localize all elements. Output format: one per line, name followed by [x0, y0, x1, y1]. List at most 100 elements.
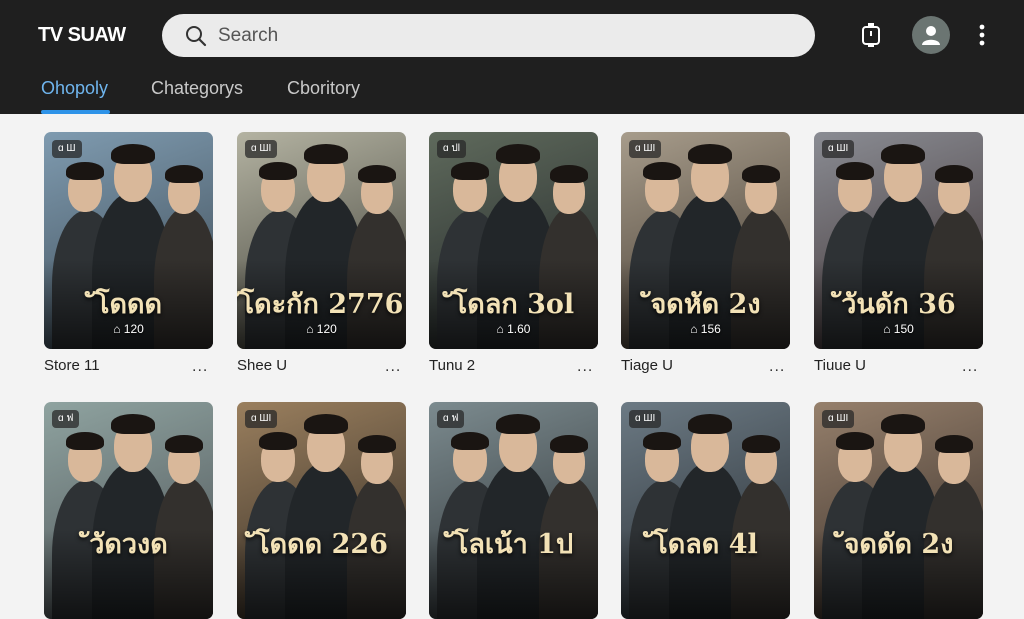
poster-title: ัจดดัด 2ง [843, 529, 954, 560]
search-icon [186, 25, 207, 46]
poster-hair-left [451, 432, 489, 450]
show-poster[interactable]: ɑ ฟ ัวัดวงด [44, 402, 213, 619]
poster-hair-left [259, 432, 297, 450]
show-card[interactable]: ɑ ฟ ัโลเน้า 1ป [429, 402, 598, 619]
card-more-options[interactable]: ... [577, 358, 593, 376]
poster-badge: ɑ ฟ [52, 410, 80, 428]
app-logo[interactable]: TV SUAW [38, 24, 126, 47]
poster-title: ัโดดด 226 [255, 529, 388, 560]
card-more-options[interactable]: ... [192, 358, 208, 376]
poster-title: ัโดดด [94, 289, 163, 320]
more-vert-icon [979, 24, 985, 46]
card-more-options[interactable]: ... [962, 358, 978, 376]
show-card[interactable]: ɑ ШI ัโดะกัก 2776 ⌂ 120 Shee U ... [237, 132, 406, 375]
poster-title: ัวันดัก 36 [841, 289, 956, 320]
person-icon [922, 26, 940, 45]
tab-ohopoly[interactable]: Ohopoly [41, 78, 108, 99]
show-poster[interactable]: ɑ ปl ัโดลก 3ol ⌂ 1.60 [429, 132, 598, 349]
poster-hair-right [165, 435, 203, 453]
poster-hair-left [836, 432, 874, 450]
poster-hair-left [836, 162, 874, 180]
tab-cboritory[interactable]: Cboritory [287, 78, 360, 99]
poster-hair-center [881, 144, 925, 164]
poster-hair-right [742, 435, 780, 453]
card-more-options[interactable]: ... [385, 358, 401, 376]
poster-hair-right [358, 165, 396, 183]
card-more-options[interactable]: ... [769, 358, 785, 376]
show-title[interactable]: Shee U [237, 357, 287, 374]
poster-hair-center [688, 414, 732, 434]
poster-rating: ⌂ 120 [306, 322, 337, 336]
poster-hair-center [111, 414, 155, 434]
poster-hair-right [550, 165, 588, 183]
poster-hair-left [643, 162, 681, 180]
poster-rating: ⌂ 120 [113, 322, 144, 336]
poster-badge: ɑ ШI [822, 140, 855, 158]
poster-title: ัวัดวงด [89, 529, 168, 560]
show-card[interactable]: ɑ ШI ัโดลด 4l [621, 402, 790, 619]
poster-badge: ɑ ШI [245, 410, 278, 428]
show-title[interactable]: Store 11 [44, 357, 100, 374]
show-title[interactable]: Tiuue U [814, 357, 866, 374]
poster-hair-left [643, 432, 681, 450]
show-poster[interactable]: ɑ ШI ัโดะกัก 2776 ⌂ 120 [237, 132, 406, 349]
show-poster[interactable]: ɑ ШI ัโดดด 226 [237, 402, 406, 619]
show-card[interactable]: ɑ ШI ัจดหัด 2ง ⌂ 156 Tiage U ... [621, 132, 790, 375]
poster-hair-left [66, 432, 104, 450]
search-input[interactable]: Search [218, 25, 278, 47]
show-poster[interactable]: ɑ ШI ัจดหัด 2ง ⌂ 156 [621, 132, 790, 349]
show-poster[interactable]: ɑ Ш ัโดดด ⌂ 120 [44, 132, 213, 349]
cast-button[interactable] [856, 20, 886, 50]
poster-hair-right [165, 165, 203, 183]
content-grid: ɑ Ш ัโดดด ⌂ 120 Store 11 ... ɑ ШI ัโดะกั… [0, 114, 1024, 619]
poster-hair-left [66, 162, 104, 180]
poster-hair-center [111, 144, 155, 164]
poster-rating: ⌂ 156 [690, 322, 721, 336]
show-poster[interactable]: ɑ ШI ัวันดัก 36 ⌂ 150 [814, 132, 983, 349]
cast-icon [862, 23, 880, 47]
poster-hair-right [935, 435, 973, 453]
poster-title: ัโดะกัก 2776 [239, 289, 404, 320]
show-card[interactable]: ɑ ШI ัจดดัด 2ง [814, 402, 983, 619]
show-card[interactable]: ɑ ฟ ัวัดวงด [44, 402, 213, 619]
poster-badge: ɑ ฟ [437, 410, 465, 428]
profile-avatar-button[interactable] [912, 16, 950, 54]
poster-hair-right [358, 435, 396, 453]
poster-hair-center [304, 144, 348, 164]
poster-title: ัจดหัด 2ง [650, 289, 761, 320]
poster-badge: ɑ ШI [245, 140, 278, 158]
show-title[interactable]: Tiage U [621, 357, 673, 374]
poster-hair-left [259, 162, 297, 180]
poster-title: ัโดลก 3ol [452, 289, 575, 320]
poster-hair-left [451, 162, 489, 180]
show-title[interactable]: Tunu 2 [429, 357, 475, 374]
poster-badge: ɑ ШI [629, 140, 662, 158]
poster-title: ัโดลด 4l [653, 529, 758, 560]
show-poster[interactable]: ɑ ฟ ัโลเน้า 1ป [429, 402, 598, 619]
show-card[interactable]: ɑ ШI ัวันดัก 36 ⌂ 150 Tiuue U ... [814, 132, 983, 375]
show-poster[interactable]: ɑ ШI ัจดดัด 2ง [814, 402, 983, 619]
poster-badge: ɑ Ш [52, 140, 82, 158]
poster-badge: ɑ ปl [437, 140, 466, 158]
poster-hair-center [304, 414, 348, 434]
tab-bar: Ohopoly Chategorys Cboritory [0, 66, 1024, 114]
poster-rating: ⌂ 1.60 [496, 322, 531, 336]
poster-hair-right [742, 165, 780, 183]
poster-rating: ⌂ 150 [883, 322, 914, 336]
poster-hair-right [935, 165, 973, 183]
poster-hair-center [881, 414, 925, 434]
show-poster[interactable]: ɑ ШI ัโดลด 4l [621, 402, 790, 619]
show-card[interactable]: ɑ Ш ัโดดด ⌂ 120 Store 11 ... [44, 132, 213, 375]
poster-hair-center [496, 144, 540, 164]
poster-badge: ɑ ШI [822, 410, 855, 428]
poster-hair-right [550, 435, 588, 453]
show-card[interactable]: ɑ ปl ัโดลก 3ol ⌂ 1.60 Tunu 2 ... [429, 132, 598, 375]
poster-title: ัโลเน้า 1ป [453, 529, 574, 560]
poster-badge: ɑ ШI [629, 410, 662, 428]
more-options-button[interactable] [970, 20, 994, 50]
poster-hair-center [496, 414, 540, 434]
top-app-bar: TV SUAW Search Ohopoly Chategorys Cborit… [0, 0, 1024, 114]
tab-chategorys[interactable]: Chategorys [151, 78, 243, 99]
show-card[interactable]: ɑ ШI ัโดดด 226 [237, 402, 406, 619]
search-bar[interactable]: Search [162, 14, 815, 57]
